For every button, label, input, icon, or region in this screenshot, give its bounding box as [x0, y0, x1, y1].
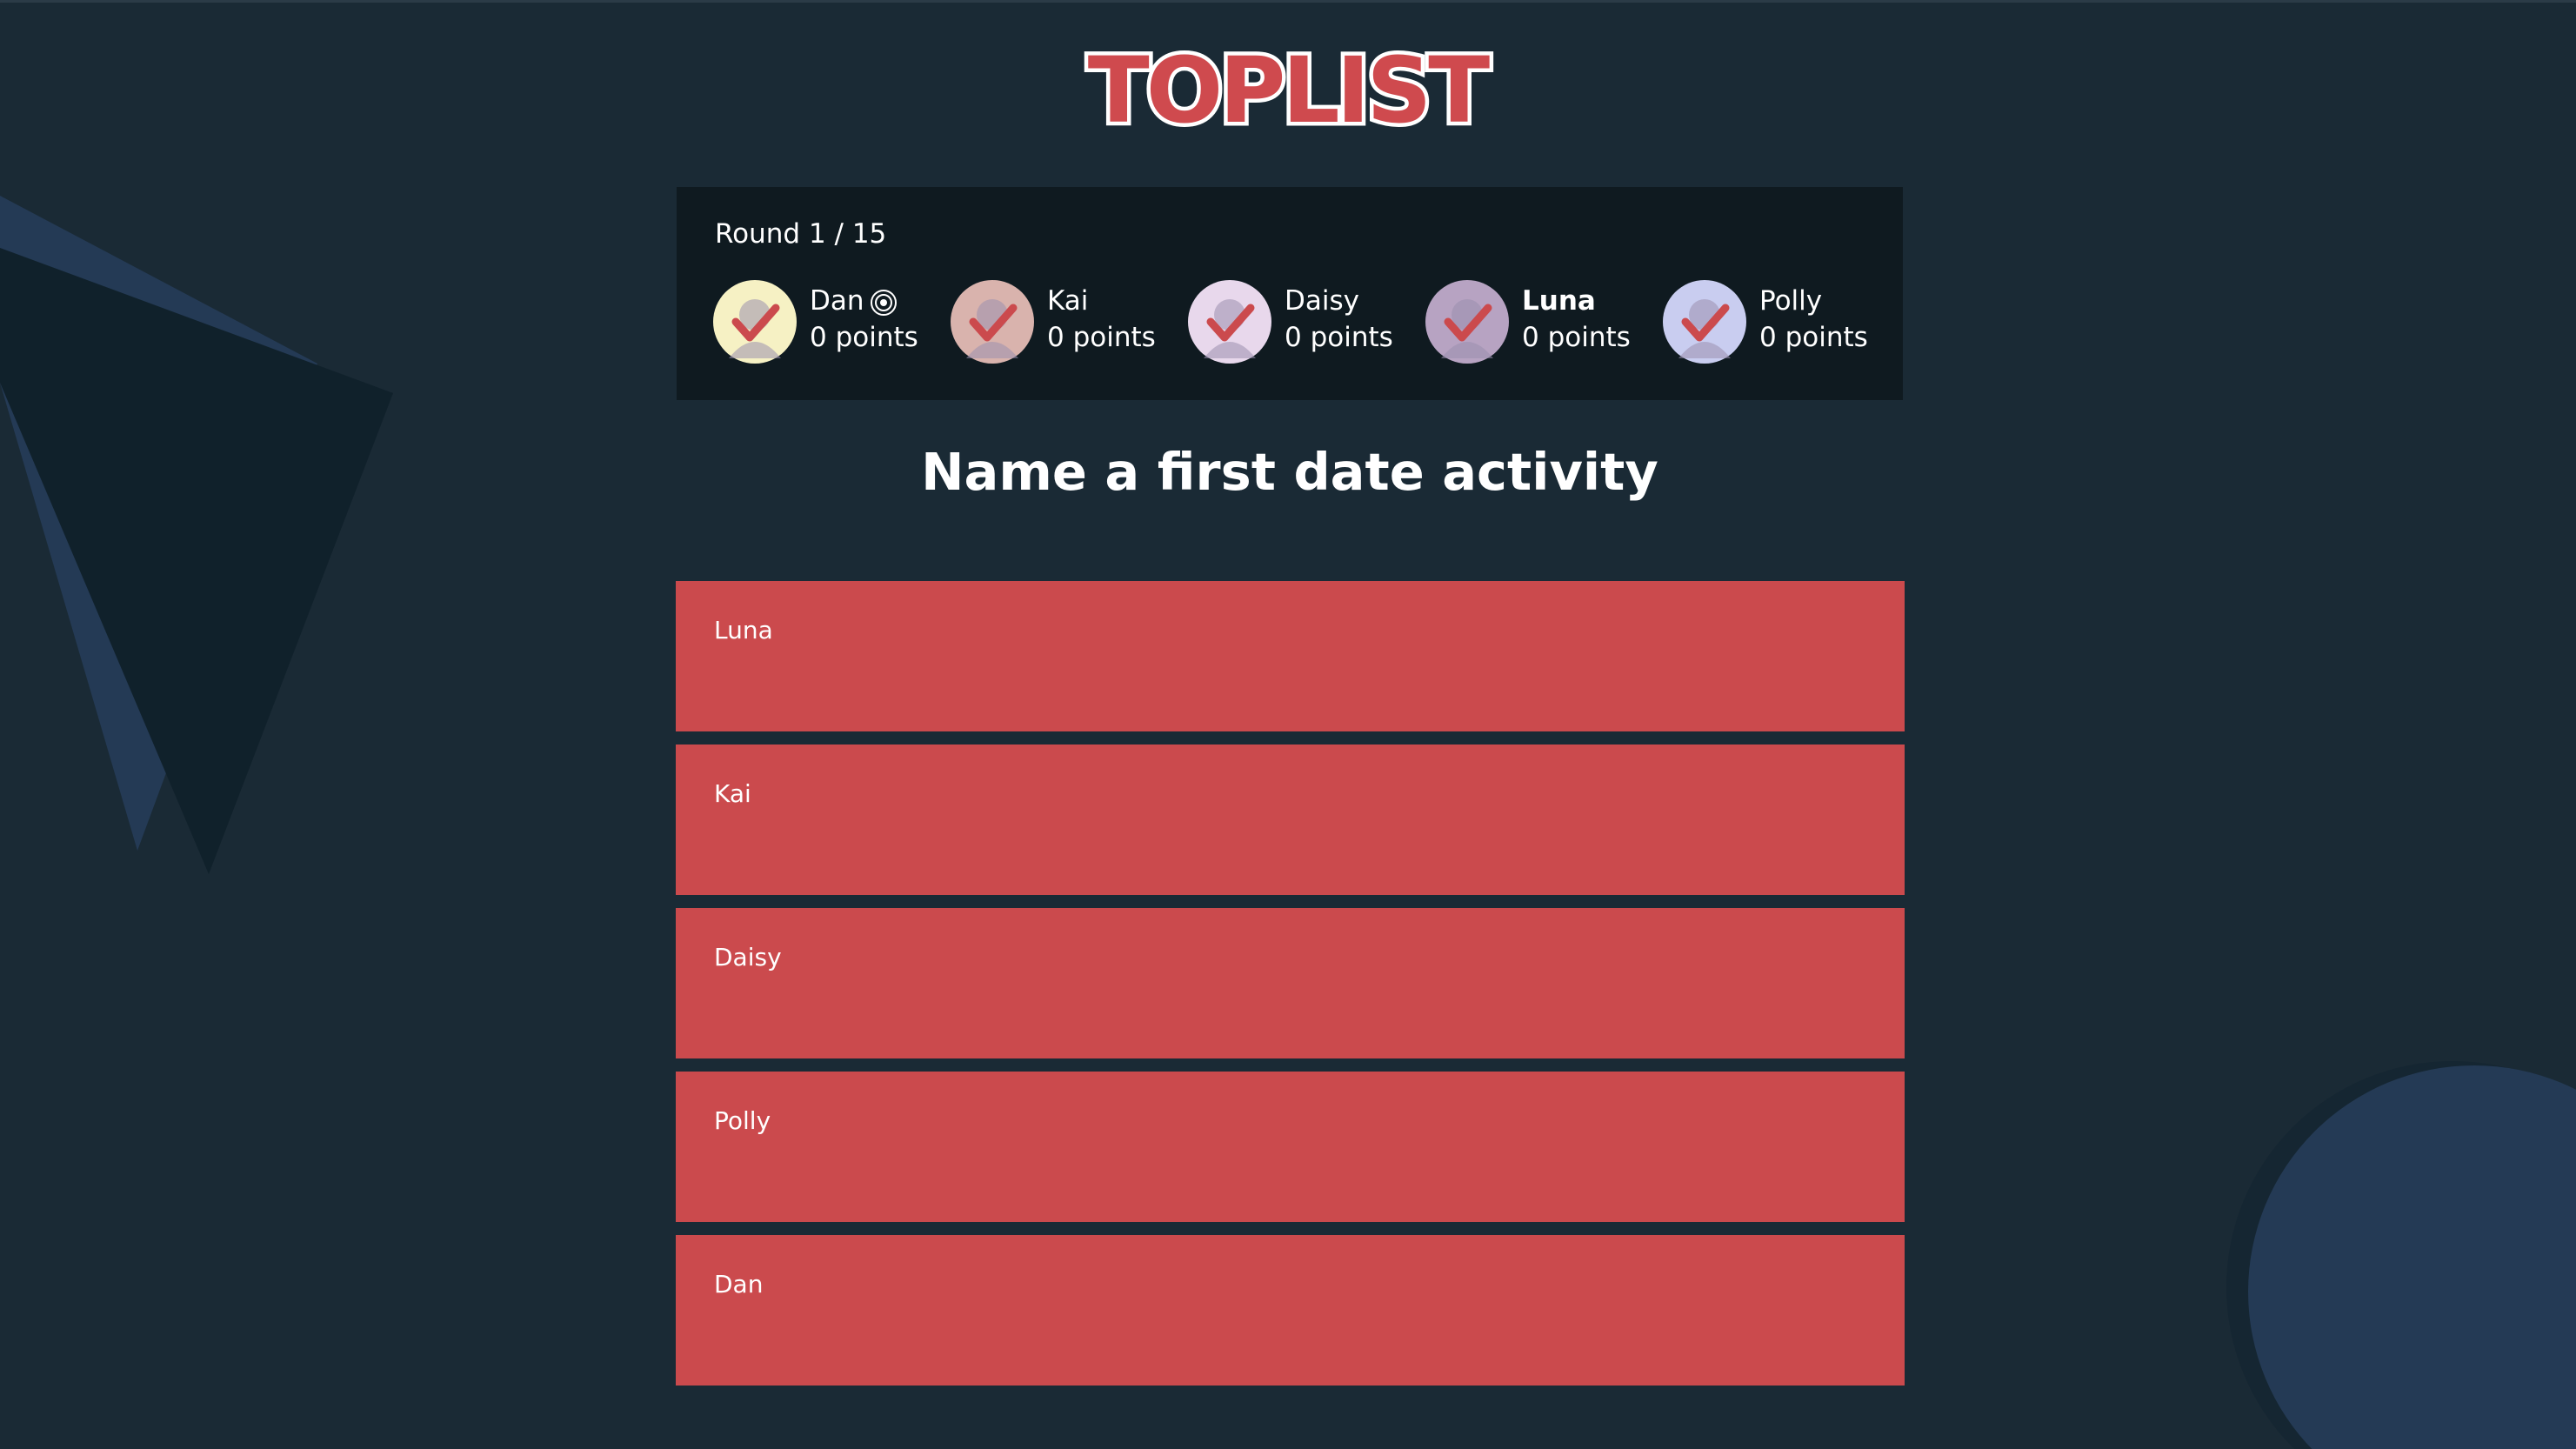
player-name-text: Luna — [1522, 285, 1596, 317]
answer-player-label: Daisy — [714, 943, 782, 972]
player-card-luna: Luna 0 points — [1425, 278, 1660, 365]
player-avatar — [1425, 280, 1509, 364]
answer-list: Luna Kai Daisy Polly Dan — [676, 581, 1905, 1399]
player-points: 0 points — [1047, 322, 1156, 353]
player-name-text: Kai — [1047, 285, 1089, 317]
logo-text: TOPLIST — [1088, 38, 1490, 144]
player-name: Polly — [1759, 285, 1822, 317]
player-points: 0 points — [1522, 322, 1631, 353]
host-icon — [870, 289, 897, 316]
player-card-kai: Kai 0 points — [951, 278, 1185, 365]
answer-player-label: Dan — [714, 1270, 764, 1299]
player-name-text: Dan — [810, 285, 864, 317]
player-points: 0 points — [1285, 322, 1393, 353]
player-name-text: Polly — [1759, 285, 1823, 317]
player-avatar — [713, 280, 797, 364]
answer-player-label: Polly — [714, 1106, 771, 1135]
player-name: Daisy — [1285, 285, 1359, 317]
player-avatar — [951, 280, 1034, 364]
question-prompt: Name a first date activity — [921, 442, 1658, 502]
player-card-daisy: Daisy 0 points — [1188, 278, 1423, 365]
toplist-logo: TOPLIST — [1084, 38, 1496, 148]
player-name: Luna — [1522, 285, 1596, 317]
player-points: 0 points — [1759, 322, 1868, 353]
answer-player-label: Kai — [714, 779, 751, 808]
round-indicator: Round 1 / 15 — [715, 218, 887, 250]
answer-card[interactable]: Luna — [676, 581, 1905, 731]
answer-card[interactable]: Kai — [676, 745, 1905, 895]
answer-player-label: Luna — [714, 616, 773, 644]
player-name-text: Daisy — [1285, 285, 1359, 317]
player-avatar — [1663, 280, 1746, 364]
player-card-dan: Dan 0 points — [713, 278, 948, 365]
game-screen: TOPLIST Round 1 / 15 Dan 0 points Kai 0 poi… — [0, 0, 2576, 1449]
player-name: Kai — [1047, 285, 1088, 317]
player-name: Dan — [810, 285, 898, 317]
answer-card[interactable]: Polly — [676, 1072, 1905, 1222]
answer-card[interactable]: Daisy — [676, 908, 1905, 1058]
player-list: Dan 0 points Kai 0 points Daisy 0 points Luna 0… — [713, 278, 1896, 365]
player-avatar — [1188, 280, 1271, 364]
player-points: 0 points — [810, 322, 918, 353]
scoreboard: Round 1 / 15 Dan 0 points Kai 0 points Daisy… — [677, 187, 1903, 400]
player-card-polly: Polly 0 points — [1663, 278, 1898, 365]
answer-card[interactable]: Dan — [676, 1235, 1905, 1386]
